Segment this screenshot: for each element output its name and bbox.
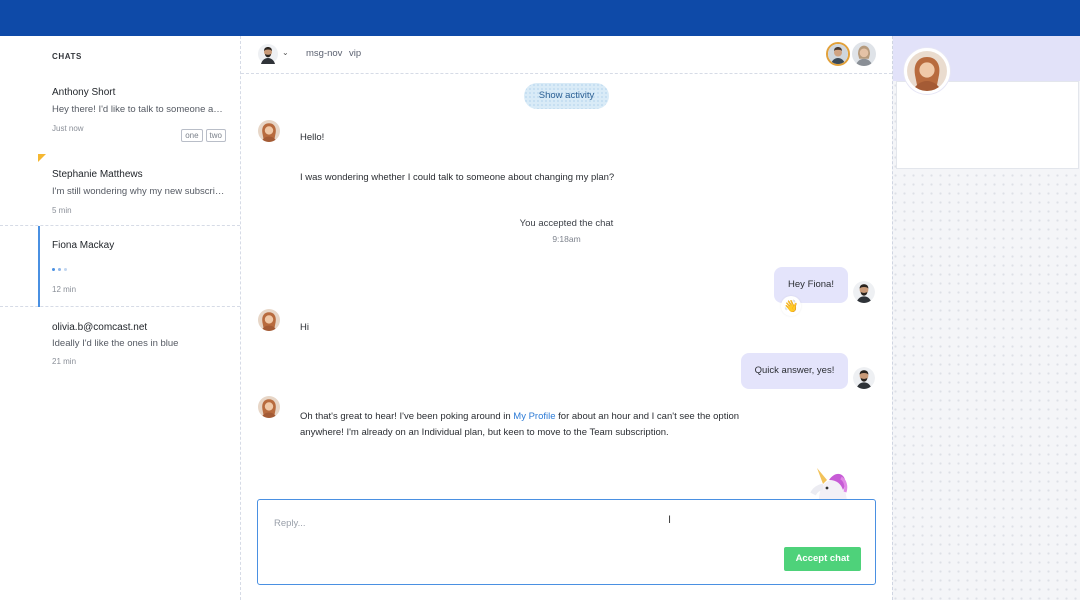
message-text: Hello!: [300, 132, 325, 143]
chat-time: 12 min: [52, 285, 77, 294]
participant-avatar[interactable]: [852, 42, 876, 66]
agent-avatar-icon[interactable]: [258, 44, 278, 64]
message-text-part: for about an hour and I can't see the op…: [555, 411, 740, 422]
reply-input[interactable]: [274, 514, 654, 532]
chat-time: 5 min: [52, 206, 72, 215]
chat-name: Stephanie Matthews: [52, 169, 143, 180]
chat-panel: ⌄ msg-nov vip Show activity Hello! I was…: [241, 36, 892, 600]
chat-item-fiona-mackay[interactable]: Fiona Mackay 12 min: [0, 226, 240, 307]
customer-avatar: [258, 120, 280, 142]
header-tag-vip[interactable]: vip: [349, 48, 361, 59]
chat-tags: one two: [181, 129, 226, 142]
tag-one[interactable]: one: [181, 129, 203, 142]
chat-name: olivia.b@comcast.net: [52, 322, 148, 333]
customer-avatar: [258, 309, 280, 331]
chevron-down-icon[interactable]: ⌄: [282, 48, 289, 57]
typing-indicator-icon: [52, 268, 228, 271]
wave-emoji-icon[interactable]: 👋: [781, 296, 801, 316]
customer-avatar: [258, 396, 280, 418]
avatar-fiona-icon: [258, 120, 280, 142]
avatar-fiona-icon: [258, 309, 280, 331]
chat-item-stephanie-matthews[interactable]: Stephanie Matthews I'm still wondering w…: [0, 154, 240, 226]
unicorn-sticker-icon: [810, 468, 848, 500]
chats-header: CHATS: [52, 52, 82, 61]
chat-preview: Hey there! I'd like to talk to someone a…: [52, 104, 228, 115]
top-bar: [0, 0, 1080, 36]
message-text: I was wondering whether I could talk to …: [300, 172, 615, 183]
customer-card: [896, 81, 1079, 169]
agent-message-bubble: Quick answer, yes!: [741, 353, 848, 389]
customer-details-panel: [892, 36, 1080, 600]
tag-two[interactable]: two: [205, 129, 226, 142]
reply-composer: I Accept chat: [257, 499, 876, 585]
customer-profile-avatar[interactable]: [904, 48, 950, 94]
agent-avatar-icon: [853, 281, 875, 303]
avatar-man-icon: [828, 44, 848, 64]
chat-name: Fiona Mackay: [52, 240, 115, 251]
system-time: 9:18am: [552, 234, 581, 244]
avatar-fiona-icon: [907, 51, 947, 91]
avatar-fiona-icon: [258, 396, 280, 418]
show-activity-button[interactable]: Show activity: [524, 83, 609, 109]
avatar-woman-icon: [852, 42, 876, 66]
message-text-part: anywhere! I'm already on an Individual p…: [300, 427, 669, 438]
system-message: You accepted the chat 9:18am: [241, 218, 892, 244]
agent-avatar-icon: [853, 367, 875, 389]
flag-icon: [38, 154, 46, 162]
chat-item-olivia[interactable]: olivia.b@comcast.net Ideally I'd like th…: [0, 307, 240, 377]
message-text-part: Oh that's great to hear! I've been pokin…: [300, 411, 514, 422]
system-text: You accepted the chat: [519, 218, 614, 229]
chat-time: 21 min: [52, 357, 77, 366]
chat-header: ⌄ msg-nov vip: [241, 36, 892, 74]
chat-list-sidebar: CHATS Anthony Short Hey there! I'd like …: [0, 36, 241, 600]
accept-chat-button[interactable]: Accept chat: [784, 547, 861, 571]
message-text: Oh that's great to hear! I've been pokin…: [300, 409, 840, 441]
header-tag-msg-nov[interactable]: msg-nov: [306, 48, 342, 59]
text-cursor-icon: I: [668, 514, 672, 526]
message-text: Hi: [300, 322, 309, 333]
chat-name: Anthony Short: [52, 87, 116, 98]
my-profile-link[interactable]: My Profile: [513, 411, 555, 422]
chat-item-anthony-short[interactable]: Anthony Short Hey there! I'd like to tal…: [0, 74, 240, 154]
participant-avatar[interactable]: [826, 42, 850, 66]
chat-preview: Ideally I'd like the ones in blue: [52, 338, 179, 349]
participants: [826, 42, 876, 66]
chat-preview: I'm still wondering why my new subscrip.…: [52, 186, 228, 197]
